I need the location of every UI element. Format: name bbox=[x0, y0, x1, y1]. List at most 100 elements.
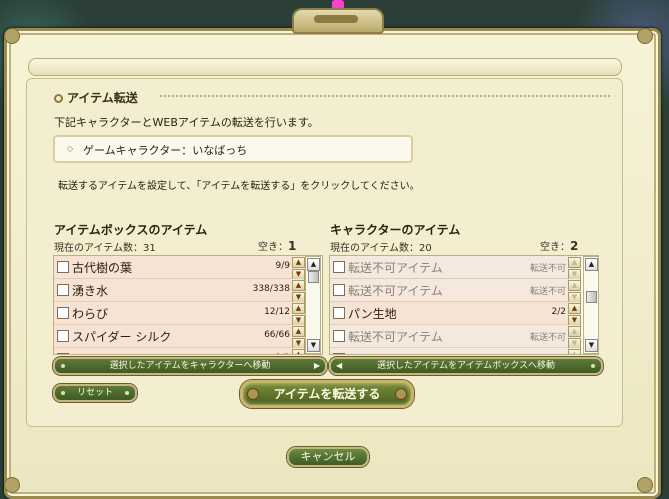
quantity-stepper: ▲▼ bbox=[568, 257, 581, 280]
move-to-item-box-button[interactable]: ◀ 選択したアイテムをアイテムボックスへ移動 bbox=[329, 357, 603, 375]
quantity-stepper: ▲▼ bbox=[568, 326, 581, 349]
list-item[interactable]: ホウキ・カレント 1/1▲▼ bbox=[54, 348, 305, 354]
item-checkbox[interactable] bbox=[57, 261, 69, 273]
item-quantity: 1/1 bbox=[276, 353, 290, 354]
dotted-divider bbox=[160, 95, 610, 97]
scroll-down-icon[interactable]: ▼ bbox=[307, 339, 320, 352]
increase-icon: ▲ bbox=[568, 326, 581, 337]
transfer-label: アイテムを転送する bbox=[273, 387, 381, 401]
cancel-button[interactable]: キャンセル bbox=[287, 447, 369, 467]
reset-button[interactable]: リセット bbox=[53, 384, 137, 402]
free-label: 空き： bbox=[258, 242, 288, 253]
dialog-title-bar bbox=[28, 58, 622, 76]
transfer-items-button[interactable]: アイテムを転送する bbox=[240, 380, 414, 408]
scroll-up-icon[interactable]: ▲ bbox=[307, 258, 320, 271]
arrow-right-icon: ▶ bbox=[313, 361, 320, 370]
scroll-thumb[interactable] bbox=[308, 271, 319, 283]
scroll-thumb[interactable] bbox=[586, 291, 597, 303]
character-item-list: 転送不可アイテム 転送不可 ▲ ▼ 転送不可アイテム 転送不可 ▲ ▼ パン生地 2/2 ▲ ▼ 転送不… bbox=[329, 255, 599, 355]
item-checkbox bbox=[333, 353, 345, 354]
item-quantity: 2/2 bbox=[551, 307, 566, 317]
corner-ornament bbox=[637, 477, 653, 493]
scroll-down-icon[interactable]: ▼ bbox=[585, 339, 598, 352]
increase-icon[interactable]: ▲ bbox=[292, 326, 305, 337]
bullet-dot-icon bbox=[125, 391, 129, 395]
item-checkbox[interactable] bbox=[57, 307, 69, 319]
diamond-bullet-icon: ◇ bbox=[67, 144, 74, 153]
increase-icon[interactable]: ▲ bbox=[568, 303, 581, 314]
character-label: ゲームキャラクター：いなばっち bbox=[83, 144, 248, 157]
increase-icon: ▲ bbox=[568, 257, 581, 268]
item-quantity: 12/12 bbox=[264, 307, 290, 317]
quantity-stepper: ▲▼ bbox=[568, 349, 581, 354]
description-text: 下記キャラクターとWEBアイテムの転送を行います。 bbox=[54, 116, 319, 129]
item-quantity: 338/338 bbox=[252, 284, 290, 294]
instruction-text: 転送するアイテムを設定して、「アイテムを転送する」をクリックしてください。 bbox=[58, 181, 420, 192]
left-scrollbar[interactable]: ▲ ▼ bbox=[305, 256, 321, 354]
increase-icon[interactable]: ▲ bbox=[292, 303, 305, 314]
item-quantity: 9/9 bbox=[275, 261, 290, 271]
move-to-character-label: 選択したアイテムをキャラクターへ移動 bbox=[109, 361, 271, 371]
item-checkbox bbox=[333, 261, 345, 273]
left-panel-title: アイテムボックスのアイテム bbox=[54, 223, 208, 237]
item-name: パン生地 bbox=[348, 307, 397, 321]
character-info-box: ◇ ゲームキャラクター：いなばっち bbox=[53, 135, 413, 163]
item-name: 古代樹の葉 bbox=[72, 261, 133, 275]
list-item: 転送不可アイテム転送不可▲▼ bbox=[330, 348, 581, 354]
item-checkbox bbox=[333, 284, 345, 296]
item-name: わらび bbox=[72, 307, 109, 321]
quantity-stepper[interactable]: ▲▼ bbox=[292, 326, 305, 349]
item-name: 転送不可アイテム bbox=[348, 261, 443, 275]
right-free-slots: 空き：2 bbox=[540, 238, 578, 253]
item-checkbox[interactable] bbox=[57, 284, 69, 296]
item-checkbox bbox=[333, 330, 345, 342]
item-quantity: 転送不可 bbox=[529, 264, 566, 274]
bullet-dot-icon bbox=[61, 391, 65, 395]
quantity-stepper[interactable]: ▲▼ bbox=[568, 303, 581, 326]
list-item[interactable]: スパイダー シルク 66/66 ▲ ▼ bbox=[54, 325, 305, 349]
item-quantity: 転送不可 bbox=[530, 353, 566, 354]
item-name: 転送不可アイテム bbox=[348, 330, 443, 344]
section-title-text: アイテム転送 bbox=[67, 91, 138, 105]
quantity-stepper[interactable]: ▲▼ bbox=[292, 257, 305, 280]
corner-ornament bbox=[637, 28, 653, 44]
increase-icon[interactable]: ▲ bbox=[292, 349, 305, 354]
bullet-dot-icon bbox=[591, 364, 595, 368]
free-label: 空き： bbox=[540, 242, 570, 253]
list-item[interactable]: わらび 12/12 ▲ ▼ bbox=[54, 302, 305, 326]
list-item[interactable]: 湧き水 338/338 ▲ ▼ bbox=[54, 279, 305, 303]
dialog-top-ornament bbox=[292, 8, 384, 34]
circle-bullet-icon bbox=[54, 94, 63, 103]
left-item-count: 現在のアイテム数：31 bbox=[54, 243, 156, 254]
item-checkbox[interactable] bbox=[57, 353, 69, 354]
increase-icon[interactable]: ▲ bbox=[292, 257, 305, 268]
corner-ornament bbox=[4, 477, 20, 493]
arrow-left-icon: ◀ bbox=[336, 361, 343, 370]
list-item[interactable]: パン生地 2/2 ▲ ▼ bbox=[330, 302, 581, 326]
corner-ornament bbox=[4, 28, 20, 44]
right-item-count: 現在のアイテム数：20 bbox=[330, 243, 432, 254]
quantity-stepper[interactable]: ▲▼ bbox=[292, 280, 305, 303]
right-panel-title: キャラクターのアイテム bbox=[330, 223, 461, 237]
quantity-stepper[interactable]: ▲▼ bbox=[292, 349, 305, 354]
left-free-slots: 空き：1 bbox=[258, 238, 296, 253]
item-name: 転送不可アイテム bbox=[348, 284, 443, 298]
item-checkbox[interactable] bbox=[333, 307, 345, 319]
increase-icon[interactable]: ▲ bbox=[292, 280, 305, 291]
item-box-list: 古代樹の葉 9/9 ▲ ▼ 湧き水 338/338 ▲ ▼ わらび 12/12 ▲ ▼ スパイダー シル… bbox=[53, 255, 323, 355]
quantity-stepper[interactable]: ▲▼ bbox=[292, 303, 305, 326]
move-to-item-box-label: 選択したアイテムをアイテムボックスへ移動 bbox=[377, 361, 555, 371]
item-checkbox[interactable] bbox=[57, 330, 69, 342]
list-item[interactable]: 古代樹の葉 9/9 ▲ ▼ bbox=[54, 256, 305, 280]
list-item: 転送不可アイテム 転送不可▲▼ bbox=[330, 256, 581, 280]
right-scrollbar[interactable]: ▲ ▼ bbox=[583, 256, 599, 354]
free-value: 2 bbox=[570, 239, 579, 253]
increase-icon: ▲ bbox=[568, 349, 581, 354]
move-to-character-button[interactable]: 選択したアイテムをキャラクターへ移動 ▶ bbox=[53, 357, 327, 375]
item-name: 転送不可アイテム bbox=[348, 351, 443, 354]
section-title: アイテム転送 bbox=[54, 89, 138, 106]
list-item: 転送不可アイテム転送不可▲▼ bbox=[330, 279, 581, 303]
button-cap-icon bbox=[395, 388, 407, 400]
scroll-up-icon[interactable]: ▲ bbox=[585, 258, 598, 271]
button-cap-icon bbox=[247, 388, 259, 400]
